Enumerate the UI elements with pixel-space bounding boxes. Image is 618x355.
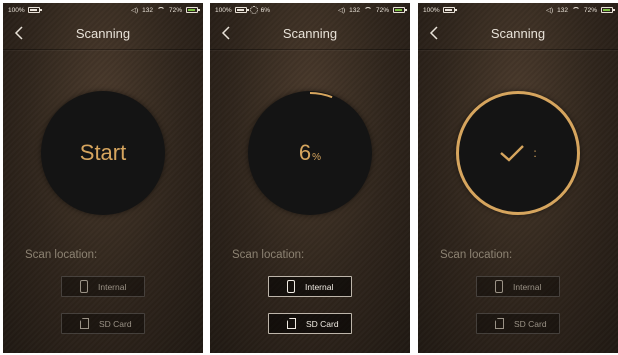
internal-label: Internal (513, 281, 542, 292)
battery-icon (27, 7, 42, 13)
internal-label: Internal (98, 281, 127, 292)
volume-icon: ◁) (545, 7, 554, 14)
scan-location-label: Scan location: (25, 249, 98, 261)
header: Scanning (210, 17, 410, 50)
phone-icon (80, 280, 88, 293)
internal-button[interactable]: Internal (268, 276, 352, 297)
sd-card-icon (287, 318, 296, 329)
sd-card-icon (495, 318, 504, 329)
signal-value: 132 (142, 6, 153, 14)
page-title: Scanning (75, 25, 131, 41)
page-title: Scanning (490, 25, 546, 41)
battery-icon (234, 7, 249, 13)
internal-button[interactable]: Internal (476, 276, 560, 297)
progress-ring (309, 92, 333, 99)
start-label[interactable]: Start (80, 140, 126, 166)
status-indicator: 6% (260, 6, 271, 14)
wifi-icon (571, 7, 580, 13)
battery-green-icon (393, 7, 407, 13)
internal-button[interactable]: Internal (61, 276, 145, 297)
phone-screen-done: 100% ◁) 132 72% Scanning : Scan location… (418, 3, 618, 353)
status-bar: 100% ◁) 132 72% (418, 3, 618, 17)
signal-value: 132 (557, 6, 568, 14)
progress-circle: 6% (248, 91, 372, 215)
battery-percent: 100% (215, 6, 232, 14)
sd-card-button[interactable]: SD Card (268, 313, 352, 334)
battery-level: 72% (375, 6, 389, 14)
battery-percent: 100% (8, 6, 25, 14)
progress-arc (309, 92, 333, 99)
back-icon[interactable] (426, 25, 442, 41)
volume-icon: ◁) (130, 7, 139, 14)
phone-icon (287, 280, 295, 293)
sd-card-label: SD Card (306, 318, 339, 329)
battery-level: 72% (168, 6, 182, 14)
back-icon[interactable] (218, 25, 234, 41)
header: Scanning (3, 17, 203, 50)
phone-icon (495, 280, 503, 293)
wifi-icon (363, 7, 372, 13)
complete-indicator: : (499, 143, 537, 163)
phone-screen-start: 100% ◁) 132 72% Scanning Start Scan loca… (3, 3, 203, 353)
battery-percent: 100% (423, 6, 440, 14)
complete-circle: : (456, 91, 580, 215)
back-icon[interactable] (11, 25, 27, 41)
battery-green-icon (601, 7, 615, 13)
scan-location-label: Scan location: (440, 249, 513, 261)
battery-green-icon (186, 7, 200, 13)
sd-card-button[interactable]: SD Card (476, 313, 560, 334)
signal-value: 132 (349, 6, 360, 14)
page-title: Scanning (282, 25, 338, 41)
sd-card-icon (80, 318, 89, 329)
status-bar: 100% ◁) 132 72% (3, 3, 203, 17)
sd-card-button[interactable]: SD Card (61, 313, 145, 334)
spinner-icon (249, 6, 258, 14)
header: Scanning (418, 17, 618, 50)
battery-icon (442, 7, 457, 13)
volume-icon: ◁) (337, 7, 346, 14)
checkmark-icon (500, 145, 525, 162)
scan-location-label: Scan location: (232, 249, 305, 261)
complete-mark: : (533, 146, 537, 160)
sd-card-label: SD Card (514, 318, 547, 329)
start-button[interactable]: Start (41, 91, 165, 215)
phone-screen-progress: 100% 6% ◁) 132 72% Scanning 6% Scan loca… (210, 3, 410, 353)
status-bar: 100% 6% ◁) 132 72% (210, 3, 410, 17)
internal-label: Internal (305, 281, 334, 292)
battery-level: 72% (583, 6, 597, 14)
sd-card-label: SD Card (99, 318, 132, 329)
wifi-icon (156, 7, 165, 13)
